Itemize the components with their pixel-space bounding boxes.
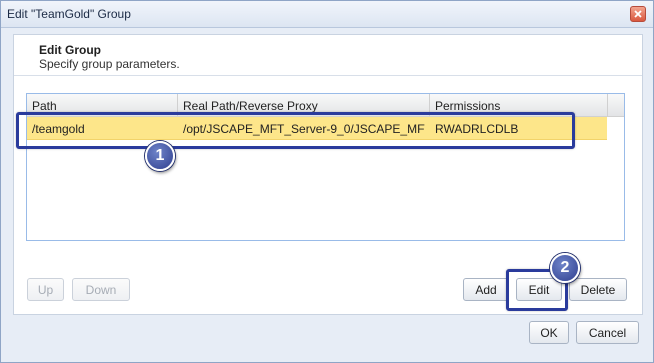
column-header-real-path[interactable]: Real Path/Reverse Proxy: [183, 99, 318, 113]
close-button[interactable]: [630, 6, 646, 22]
close-icon: [634, 10, 642, 18]
title-bar: Edit "TeamGold" Group: [1, 1, 653, 28]
delete-button[interactable]: Delete: [569, 278, 627, 301]
section-title: Edit Group: [39, 43, 101, 57]
ok-button[interactable]: OK: [529, 321, 569, 344]
row-highlight-callout: [16, 112, 575, 149]
column-header-permissions[interactable]: Permissions: [435, 99, 500, 113]
cancel-button[interactable]: Cancel: [576, 321, 639, 344]
down-button[interactable]: Down: [72, 278, 130, 301]
divider: [14, 75, 642, 76]
section-subtitle: Specify group parameters.: [39, 57, 180, 71]
window-title: Edit "TeamGold" Group: [7, 7, 131, 21]
callout-badge-2: 2: [550, 253, 580, 283]
add-button[interactable]: Add: [463, 278, 509, 301]
column-header-path[interactable]: Path: [32, 99, 57, 113]
column-separator: [607, 94, 608, 116]
callout-badge-1: 1: [145, 141, 175, 171]
up-button[interactable]: Up: [27, 278, 64, 301]
